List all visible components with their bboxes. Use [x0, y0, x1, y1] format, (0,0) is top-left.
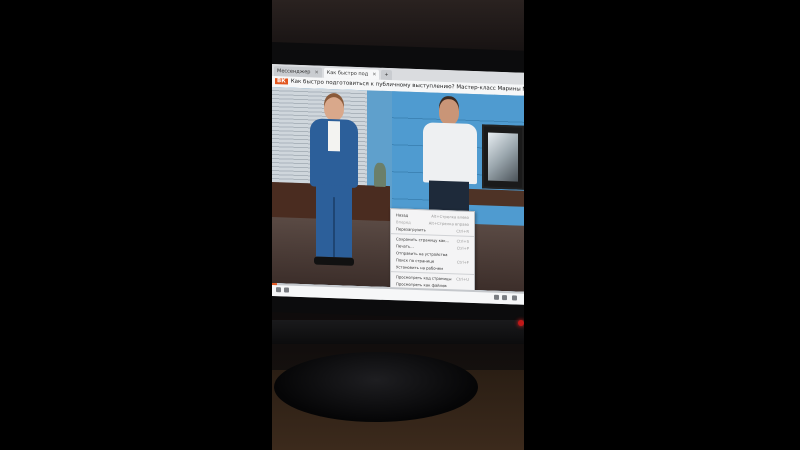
context-menu-shortcut: Ctrl+R	[456, 228, 469, 234]
context-menu-shortcut: Ctrl+U	[456, 276, 469, 282]
tab-label: Как быстро под	[326, 69, 369, 78]
tab-label: Мессенджер	[277, 68, 311, 76]
letterbox-right	[524, 0, 800, 450]
monitor-lower-bezel	[272, 320, 524, 344]
monitor-stand-base	[274, 352, 478, 422]
fullscreen-icon[interactable]	[512, 295, 517, 301]
woman-shirt	[328, 120, 340, 152]
monitor: Мессенджер × Как быстро под × + ВК Как быст…	[272, 42, 524, 366]
woman-figure	[302, 96, 366, 288]
volume-icon[interactable]	[284, 287, 289, 293]
settings-icon[interactable]	[494, 294, 499, 300]
plus-icon: +	[384, 71, 389, 79]
man-trousers	[429, 180, 469, 212]
close-icon[interactable]: ×	[314, 69, 318, 75]
play-icon[interactable]	[276, 287, 281, 293]
letterbox-left	[0, 0, 272, 450]
photo-frame: Мессенджер × Как быстро под × + ВК Как быст…	[272, 0, 524, 450]
plant	[374, 162, 386, 187]
man-head	[439, 98, 459, 126]
context-menu-item-label: Перезагрузить	[396, 226, 426, 233]
man-figure	[417, 98, 481, 212]
framed-picture	[482, 124, 524, 190]
vk-logo-icon: ВК	[275, 78, 288, 85]
man-shirt	[423, 122, 477, 185]
context-menu-shortcut: Ctrl+F	[456, 259, 469, 265]
monitor-screen: Мессенджер × Как быстро под × + ВК Как быст…	[272, 64, 524, 305]
context-menu-shortcut: Alt+Стрелка вправо	[428, 220, 469, 227]
close-icon[interactable]: ×	[372, 71, 376, 77]
picture-canvas	[488, 132, 518, 182]
context-menu-shortcut: Ctrl+P	[456, 245, 469, 251]
trouser-seam	[333, 197, 335, 258]
new-tab-button[interactable]: +	[381, 69, 392, 81]
video-progress-fill	[272, 283, 278, 286]
red-indicator-light	[518, 320, 524, 326]
woman-head	[324, 96, 344, 122]
pip-icon[interactable]	[502, 295, 507, 301]
woman-shoes	[314, 256, 354, 266]
